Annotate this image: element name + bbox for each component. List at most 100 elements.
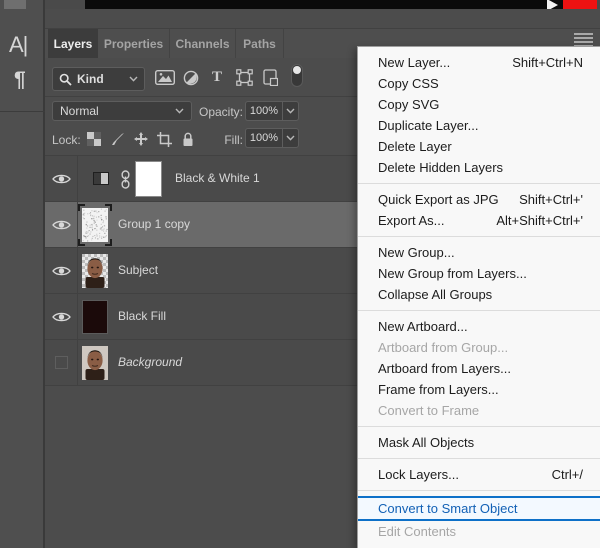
- menu-item-label: Artboard from Layers...: [378, 358, 511, 379]
- layer-thumbnail[interactable]: [82, 300, 108, 334]
- filter-toggle-switch[interactable]: [291, 56, 303, 95]
- menu-item-new-group[interactable]: New Group...: [358, 242, 600, 263]
- filter-shape-layers-icon[interactable]: [236, 58, 253, 97]
- opacity-value[interactable]: 100%: [245, 101, 282, 121]
- menu-separator: [358, 310, 600, 311]
- left-tool-strip: A| ¶: [0, 0, 45, 548]
- menu-separator: [358, 426, 600, 427]
- menu-item-convert-to-smart-object[interactable]: Convert to Smart Object: [358, 496, 600, 521]
- lock-pixels-brush-icon[interactable]: [111, 123, 125, 155]
- menu-item-label: New Artboard...: [378, 316, 468, 337]
- menu-item-label: New Layer...: [378, 52, 450, 73]
- menu-item-frame-from-layers[interactable]: Frame from Layers...: [358, 379, 600, 400]
- mask-link-chain-icon[interactable]: [120, 170, 131, 194]
- menu-item-label: Copy SVG: [378, 94, 439, 115]
- opacity-dropdown-caret[interactable]: [282, 101, 299, 121]
- lock-all-padlock-icon[interactable]: [182, 123, 194, 155]
- menu-item-label: Duplicate Layer...: [378, 115, 478, 136]
- layer-filter-dropdown[interactable]: Kind: [52, 67, 145, 91]
- menu-item-label: Collapse All Groups: [378, 284, 492, 305]
- menu-item-delete-layer[interactable]: Delete Layer: [358, 136, 600, 157]
- layers-panel-context-menu: New Layer... Shift+Ctrl+N Copy CSS Copy SVG…: [357, 46, 600, 548]
- menu-item-shortcut: Alt+Shift+Ctrl+': [496, 210, 583, 231]
- character-panel-icon[interactable]: A|: [9, 32, 27, 58]
- menu-item-artboard-from-group: Artboard from Group...: [358, 337, 600, 358]
- menu-separator: [358, 183, 600, 184]
- filter-type-layers-icon[interactable]: T: [212, 58, 222, 97]
- layer-thumbnail[interactable]: [82, 208, 108, 242]
- menu-item-shortcut: Shift+Ctrl+N: [512, 52, 583, 73]
- visibility-eye-icon[interactable]: [45, 156, 78, 201]
- filter-adjustment-layers-icon[interactable]: [183, 58, 199, 97]
- lock-transparency-icon[interactable]: [87, 123, 101, 155]
- tab-properties[interactable]: Properties: [98, 29, 170, 59]
- filter-kind-label: Kind: [77, 72, 124, 86]
- menu-item-label: Mask All Objects: [378, 432, 474, 453]
- lock-label: Lock:: [52, 133, 84, 147]
- menu-item-lock-layers[interactable]: Lock Layers... Ctrl+/: [358, 464, 600, 485]
- photoshop-window: A| ¶ Layers Properties Channels Paths Kind …: [0, 0, 600, 548]
- video-progress-segment: [563, 0, 597, 9]
- visibility-hidden-toggle[interactable]: [45, 340, 78, 385]
- menu-item-new-group-from-layers[interactable]: New Group from Layers...: [358, 263, 600, 284]
- layer-thumbnail[interactable]: [82, 254, 108, 288]
- menu-item-label: Delete Hidden Layers: [378, 157, 503, 178]
- search-icon: [59, 73, 72, 86]
- lock-position-move-icon[interactable]: [134, 123, 148, 155]
- menu-item-shortcut: Ctrl+/: [552, 464, 583, 485]
- menu-item-label: New Group...: [378, 242, 455, 263]
- menu-item-mask-all-objects[interactable]: Mask All Objects: [358, 432, 600, 453]
- menu-item-export-as[interactable]: Export As... Alt+Shift+Ctrl+': [358, 210, 600, 231]
- fill-label: Fill:: [205, 133, 243, 147]
- menu-item-label: Convert to Frame: [378, 400, 479, 421]
- menu-item-copy-css[interactable]: Copy CSS: [358, 73, 600, 94]
- menu-item-shortcut: Shift+Ctrl+': [519, 189, 583, 210]
- layer-name: Group 1 copy: [118, 202, 190, 247]
- chevron-down-icon: [129, 76, 138, 82]
- menu-separator: [358, 490, 600, 491]
- collapsed-panel-stub: [4, 0, 26, 9]
- selected-layer-thumbnail-frame: [78, 204, 112, 246]
- menu-item-quick-export-as-jpg[interactable]: Quick Export as JPG Shift+Ctrl+': [358, 189, 600, 210]
- visibility-eye-icon[interactable]: [45, 248, 78, 293]
- menu-item-artboard-from-layers[interactable]: Artboard from Layers...: [358, 358, 600, 379]
- layer-thumbnail[interactable]: [82, 346, 108, 380]
- menu-separator: [358, 236, 600, 237]
- lock-artboard-nesting-icon[interactable]: [157, 123, 172, 155]
- paragraph-panel-icon[interactable]: ¶: [14, 68, 26, 92]
- menu-item-label: Export As...: [378, 210, 444, 231]
- menu-item-label: New Group from Layers...: [378, 263, 527, 284]
- menu-item-new-layer[interactable]: New Layer... Shift+Ctrl+N: [358, 52, 600, 73]
- menu-item-label: Quick Export as JPG: [378, 189, 499, 210]
- menu-item-new-artboard[interactable]: New Artboard...: [358, 316, 600, 337]
- video-progress-bar[interactable]: [85, 0, 597, 9]
- layer-mask-thumbnail[interactable]: [135, 161, 162, 197]
- adjustment-layer-thumbnail[interactable]: [93, 172, 109, 185]
- visibility-eye-icon[interactable]: [45, 294, 78, 339]
- menu-item-label: Lock Layers...: [378, 464, 459, 485]
- layer-name: Background: [118, 340, 182, 385]
- filter-smart-object-icon[interactable]: [263, 58, 278, 97]
- layer-name: Black & White 1: [175, 156, 260, 201]
- menu-item-label: Delete Layer: [378, 136, 452, 157]
- menu-item-label: Convert to Smart Object: [378, 498, 517, 519]
- chevron-down-icon: [175, 108, 184, 114]
- toolstrip-divider: [0, 111, 45, 112]
- tab-channels[interactable]: Channels: [170, 29, 236, 59]
- menu-item-duplicate-layer[interactable]: Duplicate Layer...: [358, 115, 600, 136]
- blend-mode-dropdown[interactable]: Normal: [52, 101, 192, 121]
- menu-item-label: Copy CSS: [378, 73, 439, 94]
- tab-paths[interactable]: Paths: [236, 29, 284, 59]
- fill-value[interactable]: 100%: [245, 128, 282, 148]
- menu-item-edit-contents: Edit Contents: [358, 521, 600, 542]
- menu-item-label: Frame from Layers...: [378, 379, 499, 400]
- menu-item-collapse-all-groups[interactable]: Collapse All Groups: [358, 284, 600, 305]
- visibility-eye-icon[interactable]: [45, 202, 78, 247]
- fill-dropdown-caret[interactable]: [282, 128, 299, 148]
- tab-layers[interactable]: Layers: [48, 29, 98, 59]
- panel-menu-icon[interactable]: [574, 33, 593, 47]
- menu-item-delete-hidden-layers[interactable]: Delete Hidden Layers: [358, 157, 600, 178]
- layer-name: Subject: [118, 248, 158, 293]
- menu-item-copy-svg[interactable]: Copy SVG: [358, 94, 600, 115]
- filter-pixel-layers-icon[interactable]: [155, 58, 175, 97]
